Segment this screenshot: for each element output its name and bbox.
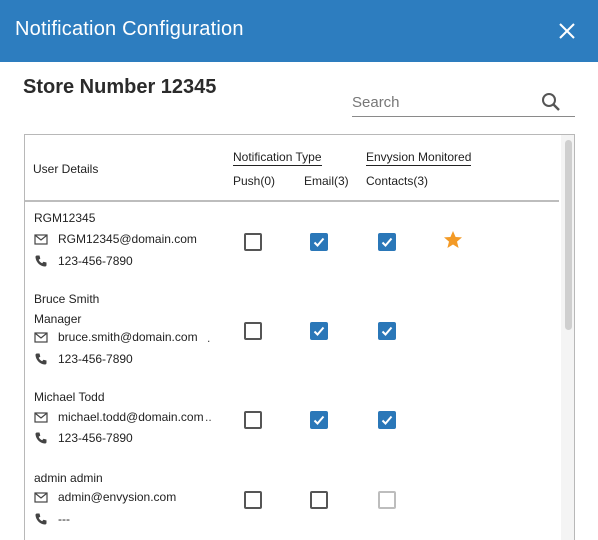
search-icon[interactable] — [540, 91, 562, 113]
user-name: admin admin — [34, 471, 103, 485]
header-user-details: User Details — [33, 162, 99, 176]
user-email: admin@envysion.com — [58, 490, 177, 504]
checkmark-icon — [313, 237, 325, 247]
header-contacts[interactable]: Contacts(3) — [366, 174, 428, 188]
contacts-checkbox[interactable] — [378, 322, 396, 340]
header-push[interactable]: Push(0) — [233, 174, 275, 188]
email-checkbox[interactable] — [310, 491, 328, 509]
dialog-header: Notification Configuration — [0, 0, 598, 62]
decorative-dot: .. — [205, 410, 212, 424]
phone-icon — [35, 255, 47, 267]
store-title: Store Number 12345 — [23, 76, 217, 98]
user-name: Michael Todd — [34, 390, 105, 404]
push-checkbox[interactable] — [244, 491, 262, 509]
checkmark-icon — [313, 415, 325, 425]
phone-icon — [35, 432, 47, 444]
header-envysion-monitored: Envysion Monitored — [366, 150, 472, 166]
search-input[interactable] — [352, 90, 532, 114]
user-phone: 123-456-7890 — [58, 254, 133, 268]
user-role: Manager — [34, 312, 82, 326]
contacts-checkbox[interactable] — [378, 233, 396, 251]
dialog-title: Notification Configuration — [15, 18, 244, 40]
push-checkbox[interactable] — [244, 233, 262, 251]
close-button[interactable] — [552, 16, 582, 46]
table-header: User Details Notification Type Push(0) E… — [25, 135, 559, 202]
email-checkbox[interactable] — [310, 411, 328, 429]
header-email[interactable]: Email(3) — [304, 174, 349, 188]
mail-icon — [34, 492, 48, 503]
user-name: RGM12345 — [34, 211, 96, 225]
checkmark-icon — [381, 326, 393, 336]
mail-icon — [34, 412, 48, 423]
user-phone: --- — [58, 512, 70, 526]
users-table: User Details Notification Type Push(0) E… — [24, 134, 575, 540]
mail-icon — [34, 234, 48, 245]
scrollbar-thumb[interactable] — [565, 140, 572, 330]
user-email: michael.todd@domain.com — [58, 410, 204, 424]
phone-icon — [35, 513, 47, 525]
push-checkbox[interactable] — [244, 411, 262, 429]
star-icon[interactable] — [443, 230, 463, 250]
checkmark-icon — [313, 326, 325, 336]
phone-icon — [35, 353, 47, 365]
user-name: Bruce Smith — [34, 292, 100, 306]
header-notification-type: Notification Type — [233, 150, 322, 166]
email-checkbox[interactable] — [310, 322, 328, 340]
search-box — [352, 88, 575, 117]
decorative-dot: . — [207, 331, 211, 345]
user-email: bruce.smith@domain.com — [58, 330, 198, 344]
mail-icon — [34, 332, 48, 343]
contacts-checkbox — [378, 491, 396, 509]
checkmark-icon — [381, 415, 393, 425]
user-email: RGM12345@domain.com — [58, 232, 197, 246]
close-icon[interactable] — [552, 16, 582, 46]
contacts-checkbox[interactable] — [378, 411, 396, 429]
user-phone: 123-456-7890 — [58, 431, 133, 445]
push-checkbox[interactable] — [244, 322, 262, 340]
search-button[interactable] — [540, 91, 562, 113]
checkmark-icon — [381, 237, 393, 247]
user-phone: 123-456-7890 — [58, 352, 133, 366]
email-checkbox[interactable] — [310, 233, 328, 251]
